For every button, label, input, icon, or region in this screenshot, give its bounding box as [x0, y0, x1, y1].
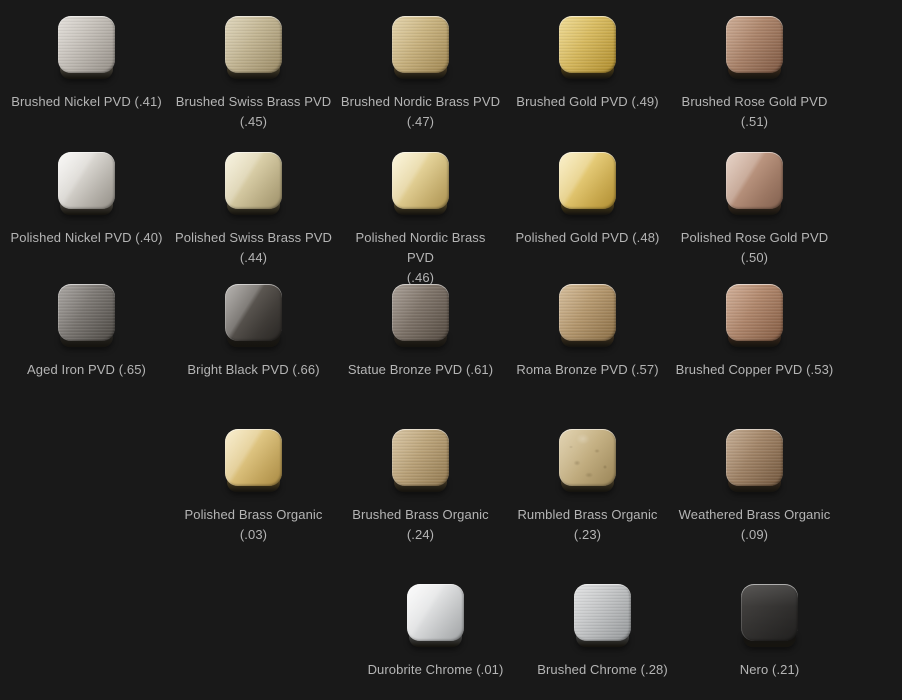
- finish-swatch: [58, 16, 115, 80]
- finish-option-brushed-nordic-brass-pvd-47[interactable]: Brushed Nordic Brass PVD (.47): [337, 16, 504, 132]
- finish-swatch: [58, 152, 115, 216]
- swatch-face: [225, 16, 282, 73]
- finish-swatch: [392, 429, 449, 493]
- finish-swatch: [407, 584, 464, 648]
- finish-row-4: Polished Brass Organic (.03)Brushed Bras…: [170, 429, 838, 545]
- finish-label: Brushed Rose Gold PVD (.51): [675, 92, 835, 132]
- finish-swatch: [225, 16, 282, 80]
- finish-option-brushed-gold-pvd-49[interactable]: Brushed Gold PVD (.49): [504, 16, 671, 132]
- swatch-face: [559, 429, 616, 486]
- finish-label: Brushed Copper PVD (.53): [676, 360, 834, 380]
- finish-label: Weathered Brass Organic (.09): [679, 505, 831, 545]
- finish-swatch: [225, 284, 282, 348]
- finish-label: Brushed Chrome (.28): [537, 660, 668, 680]
- finish-swatch: [726, 16, 783, 80]
- swatch-face: [58, 152, 115, 209]
- finish-row-1: Brushed Nickel PVD (.41) Brushed Swiss Br…: [3, 16, 838, 132]
- finish-swatch: [574, 584, 631, 648]
- finish-swatch: [559, 284, 616, 348]
- finish-swatch: [559, 429, 616, 493]
- finish-swatch: [559, 152, 616, 216]
- finish-option-rumbled-brass-organic-23[interactable]: Rumbled Brass Organic (.23): [504, 429, 671, 545]
- swatch-face: [726, 429, 783, 486]
- swatch-face: [407, 584, 464, 641]
- swatch-face: [225, 152, 282, 209]
- finish-option-polished-nickel-pvd-40[interactable]: Polished Nickel PVD (.40): [3, 152, 170, 288]
- finish-option-aged-iron-pvd-65[interactable]: Aged Iron PVD (.65): [3, 284, 170, 380]
- finish-label: Bright Black PVD (.66): [187, 360, 319, 380]
- finish-option-polished-gold-pvd-48[interactable]: Polished Gold PVD (.48): [504, 152, 671, 288]
- finish-option-brushed-swiss-brass-pvd-45[interactable]: Brushed Swiss Brass PVD (.45): [170, 16, 337, 132]
- finish-label: Aged Iron PVD (.65): [27, 360, 146, 380]
- swatch-face: [559, 16, 616, 73]
- finish-label: Brushed Nickel PVD (.41): [11, 92, 162, 112]
- finish-row-2: Polished Nickel PVD (.40) Polished Swiss …: [3, 152, 838, 288]
- finish-swatch: [58, 284, 115, 348]
- swatch-face: [392, 284, 449, 341]
- swatch-face: [392, 429, 449, 486]
- finish-option-brushed-rose-gold-pvd-51[interactable]: Brushed Rose Gold PVD (.51): [671, 16, 838, 132]
- finish-swatch: [225, 429, 282, 493]
- swatch-face: [726, 16, 783, 73]
- finish-swatch: [225, 152, 282, 216]
- swatch-face: [58, 284, 115, 341]
- finish-row-3: Aged Iron PVD (.65) Bright Black PVD (.66…: [3, 284, 838, 380]
- finish-label: Roma Bronze PVD (.57): [516, 360, 658, 380]
- finish-option-roma-bronze-pvd-57[interactable]: Roma Bronze PVD (.57): [504, 284, 671, 380]
- swatch-face: [574, 584, 631, 641]
- finish-label: Nero (.21): [740, 660, 800, 680]
- finish-label: Brushed Brass Organic (.24): [341, 505, 501, 545]
- swatch-face: [225, 429, 282, 486]
- finish-option-bright-black-pvd-66[interactable]: Bright Black PVD (.66): [170, 284, 337, 380]
- finish-label: Durobrite Chrome (.01): [368, 660, 504, 680]
- finish-label: Brushed Nordic Brass PVD (.47): [341, 92, 500, 132]
- swatch-face: [392, 16, 449, 73]
- swatch-face: [559, 152, 616, 209]
- swatch-face: [726, 284, 783, 341]
- finish-option-nero-21[interactable]: Nero (.21): [686, 584, 853, 680]
- finish-label: Polished Brass Organic (.03): [174, 505, 334, 545]
- finish-swatch: [559, 16, 616, 80]
- finish-swatch: [392, 16, 449, 80]
- finish-label: Brushed Gold PVD (.49): [516, 92, 658, 112]
- finish-option-brushed-nickel-pvd-41[interactable]: Brushed Nickel PVD (.41): [3, 16, 170, 132]
- finish-option-brushed-copper-pvd-53[interactable]: Brushed Copper PVD (.53): [671, 284, 838, 380]
- swatch-face: [559, 284, 616, 341]
- finish-option-polished-nordic-brass-pvd-46[interactable]: Polished Nordic Brass PVD (.46): [337, 152, 504, 288]
- finish-swatch: [392, 284, 449, 348]
- finish-swatch: [726, 284, 783, 348]
- finish-grid: Brushed Nickel PVD (.41) Brushed Swiss Br…: [0, 0, 902, 700]
- swatch-face: [392, 152, 449, 209]
- finish-option-weathered-brass-organic-09[interactable]: Weathered Brass Organic (.09): [671, 429, 838, 545]
- finish-option-brushed-chrome-28[interactable]: Brushed Chrome (.28): [519, 584, 686, 680]
- finish-option-polished-brass-organic-03[interactable]: Polished Brass Organic (.03): [170, 429, 337, 545]
- finish-label: Polished Rose Gold PVD (.50): [675, 228, 835, 268]
- finish-option-statue-bronze-pvd-61[interactable]: Statue Bronze PVD (.61): [337, 284, 504, 380]
- finish-swatch: [726, 429, 783, 493]
- finish-option-polished-swiss-brass-pvd-44[interactable]: Polished Swiss Brass PVD (.44): [170, 152, 337, 288]
- finish-swatch: [741, 584, 798, 648]
- swatch-face: [741, 584, 798, 641]
- finish-label: Rumbled Brass Organic (.23): [508, 505, 668, 545]
- finish-option-durobrite-chrome-01[interactable]: Durobrite Chrome (.01): [352, 584, 519, 680]
- finish-label: Brushed Swiss Brass PVD (.45): [176, 92, 331, 132]
- swatch-face: [58, 16, 115, 73]
- swatch-face: [726, 152, 783, 209]
- swatch-face: [225, 284, 282, 341]
- finish-swatch: [392, 152, 449, 216]
- finish-label: Statue Bronze PVD (.61): [348, 360, 493, 380]
- finish-label: Polished Swiss Brass PVD (.44): [175, 228, 332, 268]
- finish-label: Polished Nordic Brass PVD (.46): [341, 228, 501, 288]
- finish-swatch: [726, 152, 783, 216]
- finish-label: Polished Gold PVD (.48): [516, 228, 660, 248]
- finish-row-5: Durobrite Chrome (.01) Brushed Chrome (.2…: [352, 584, 853, 680]
- finish-label: Polished Nickel PVD (.40): [10, 228, 162, 248]
- finish-option-polished-rose-gold-pvd-50[interactable]: Polished Rose Gold PVD (.50): [671, 152, 838, 288]
- finish-option-brushed-brass-organic-24[interactable]: Brushed Brass Organic (.24): [337, 429, 504, 545]
